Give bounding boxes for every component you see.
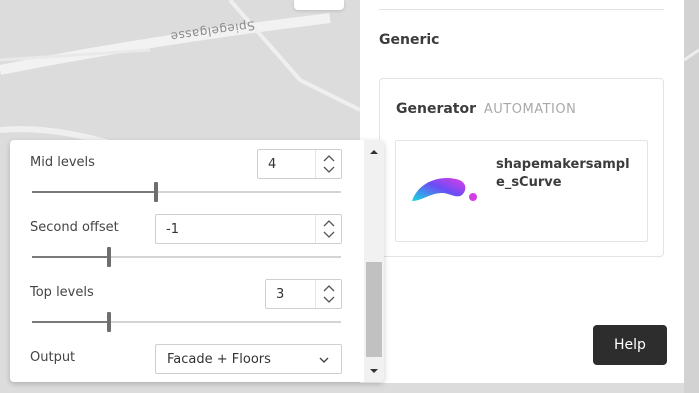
second-offset-slider[interactable] <box>32 247 341 267</box>
slider-fill <box>32 321 109 323</box>
slider-fill <box>32 191 156 193</box>
top-levels-slider[interactable] <box>32 312 341 332</box>
generator-title-text: Generator <box>396 101 477 117</box>
help-button[interactable]: Help <box>593 325 667 365</box>
chevron-up-icon[interactable] <box>323 154 335 162</box>
second-offset-stepper[interactable] <box>315 215 341 243</box>
top-levels-value: 3 <box>276 287 285 302</box>
top-levels-stepper[interactable] <box>315 280 341 308</box>
scrollbar[interactable] <box>364 140 384 382</box>
chevron-down-icon <box>319 357 329 363</box>
chevron-up-icon[interactable] <box>323 284 335 292</box>
slider-fill <box>32 256 109 258</box>
shape-thumbnail-icon <box>408 171 488 215</box>
mid-levels-value: 4 <box>268 157 277 172</box>
scroll-up-arrow-icon[interactable] <box>369 147 379 157</box>
scroll-down-arrow-icon[interactable] <box>369 366 379 376</box>
second-offset-input[interactable]: -1 <box>155 214 342 244</box>
section-heading: Generic <box>379 32 440 48</box>
scrollbar-thumb[interactable] <box>366 262 382 357</box>
slider-handle[interactable] <box>107 312 111 332</box>
output-select[interactable]: Facade + Floors <box>155 344 342 374</box>
slider-handle[interactable] <box>154 182 158 202</box>
generator-card: Generator AUTOMATION shapemakersample_sC… <box>379 78 664 257</box>
mid-levels-stepper[interactable] <box>315 150 341 178</box>
sample-name[interactable]: shapemakersample_sCurve <box>496 156 636 192</box>
mid-levels-input[interactable]: 4 <box>257 149 342 179</box>
chevron-up-icon[interactable] <box>323 219 335 227</box>
output-label: Output <box>30 350 76 365</box>
map-control[interactable] <box>294 0 344 10</box>
second-offset-value: -1 <box>166 222 179 237</box>
generator-title: Generator AUTOMATION <box>396 101 576 117</box>
mid-levels-slider[interactable] <box>32 182 341 202</box>
chevron-down-icon[interactable] <box>323 231 335 239</box>
automation-tag: AUTOMATION <box>483 102 577 117</box>
slider-handle[interactable] <box>107 247 111 267</box>
generator-sample[interactable]: shapemakersample_sCurve <box>395 140 648 242</box>
top-levels-label: Top levels <box>30 285 94 300</box>
chevron-down-icon[interactable] <box>323 166 335 174</box>
divider <box>379 9 664 10</box>
output-selected-value: Facade + Floors <box>167 352 271 367</box>
second-offset-label: Second offset <box>30 220 119 235</box>
chevron-down-icon[interactable] <box>323 296 335 304</box>
top-levels-input[interactable]: 3 <box>265 279 342 309</box>
mid-levels-label: Mid levels <box>30 155 95 170</box>
parameters-panel: Mid levels 4 Second offset -1 Top levels… <box>10 140 384 382</box>
